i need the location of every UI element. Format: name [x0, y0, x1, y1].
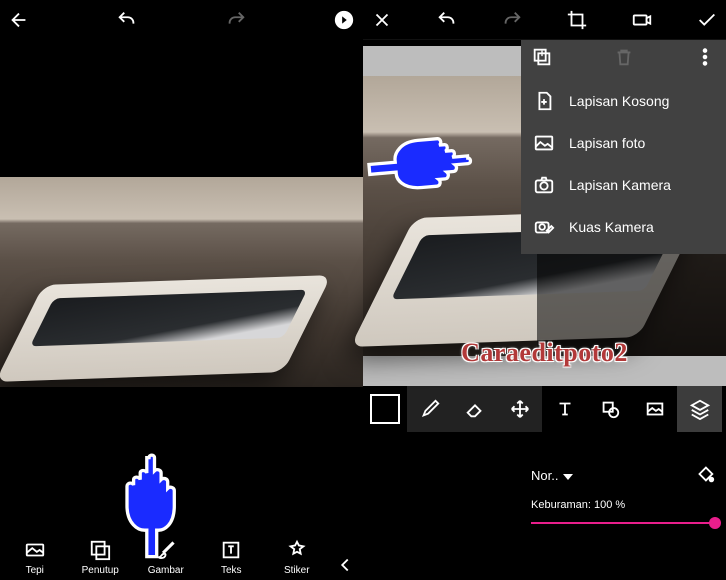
eraser-icon — [464, 398, 486, 420]
brush-icon — [419, 398, 441, 420]
undo-icon[interactable] — [116, 9, 138, 31]
tool-label: Tepi — [26, 565, 44, 576]
tool-stiker[interactable]: Stiker — [269, 539, 325, 576]
more-vert-icon[interactable] — [694, 46, 716, 68]
tool-tepi[interactable]: Tepi — [7, 539, 63, 576]
menu-label: Kuas Kamera — [569, 219, 654, 235]
pointer-hand-right — [357, 124, 479, 224]
chevron-down-icon — [563, 474, 573, 480]
watermark: Caraeditpoto2 — [461, 338, 628, 368]
menu-lapisan-foto[interactable]: Lapisan foto — [521, 122, 726, 164]
tool-more[interactable] — [334, 554, 356, 576]
layer-controls: Nor.. Keburaman: 100 % — [521, 461, 726, 534]
shape-icon — [599, 398, 621, 420]
redo-icon[interactable] — [501, 9, 523, 31]
image-icon — [644, 398, 666, 420]
blur-slider[interactable] — [531, 516, 716, 530]
tool-brush[interactable] — [407, 386, 452, 432]
add-layer-menu: Lapisan Kosong Lapisan foto Lapisan Kame… — [521, 74, 726, 254]
bucket-icon[interactable] — [694, 463, 716, 490]
tool-label: Teks — [221, 565, 242, 576]
undo-icon[interactable] — [436, 9, 458, 31]
blend-mode-dropdown[interactable]: Nor.. — [531, 467, 573, 485]
camera-rec-icon[interactable] — [631, 9, 653, 31]
check-icon[interactable] — [696, 9, 718, 31]
redo-icon[interactable] — [225, 9, 247, 31]
more-left-icon — [334, 554, 356, 576]
crop-icon[interactable] — [566, 9, 588, 31]
close-icon[interactable] — [371, 9, 393, 31]
forward-circle-icon[interactable] — [333, 9, 355, 31]
tool-label: Stiker — [284, 565, 310, 576]
tool-image[interactable] — [632, 386, 677, 432]
menu-label: Lapisan Kamera — [569, 177, 671, 193]
menu-kuas-kamera[interactable]: Kuas Kamera — [521, 206, 726, 248]
tool-move[interactable] — [497, 386, 542, 432]
tool-shape[interactable] — [587, 386, 632, 432]
layer-panel-bar — [521, 40, 726, 74]
tool-layers[interactable] — [677, 386, 722, 432]
layers-icon — [689, 398, 711, 420]
text-icon — [220, 539, 242, 561]
sticker-icon — [286, 539, 308, 561]
overlay-icon — [89, 539, 111, 561]
tool-label: Penutup — [82, 565, 119, 576]
color-swatch[interactable] — [370, 394, 400, 424]
edge-icon — [24, 539, 46, 561]
image-icon — [533, 132, 555, 154]
blur-label: Keburaman: 100 % — [531, 499, 625, 511]
bottom-toolbar-right — [363, 386, 726, 432]
menu-lapisan-kosong[interactable]: Lapisan Kosong — [521, 80, 726, 122]
tool-teks[interactable]: Teks — [203, 539, 259, 576]
text-icon — [554, 398, 576, 420]
camera-icon — [533, 174, 555, 196]
file-plus-icon — [533, 90, 555, 112]
camera-brush-icon — [533, 216, 555, 238]
menu-label: Lapisan foto — [569, 135, 645, 151]
menu-lapisan-kamera[interactable]: Lapisan Kamera — [521, 164, 726, 206]
canvas-photo — [0, 177, 363, 387]
tool-text[interactable] — [542, 386, 587, 432]
trash-icon[interactable] — [613, 46, 635, 68]
tool-eraser[interactable] — [452, 386, 497, 432]
back-icon[interactable] — [8, 9, 30, 31]
pointer-hand-down — [115, 451, 205, 566]
menu-label: Lapisan Kosong — [569, 93, 669, 109]
add-layer-icon[interactable] — [531, 46, 553, 68]
tool-label: Gambar — [148, 565, 184, 576]
move-icon — [509, 398, 531, 420]
